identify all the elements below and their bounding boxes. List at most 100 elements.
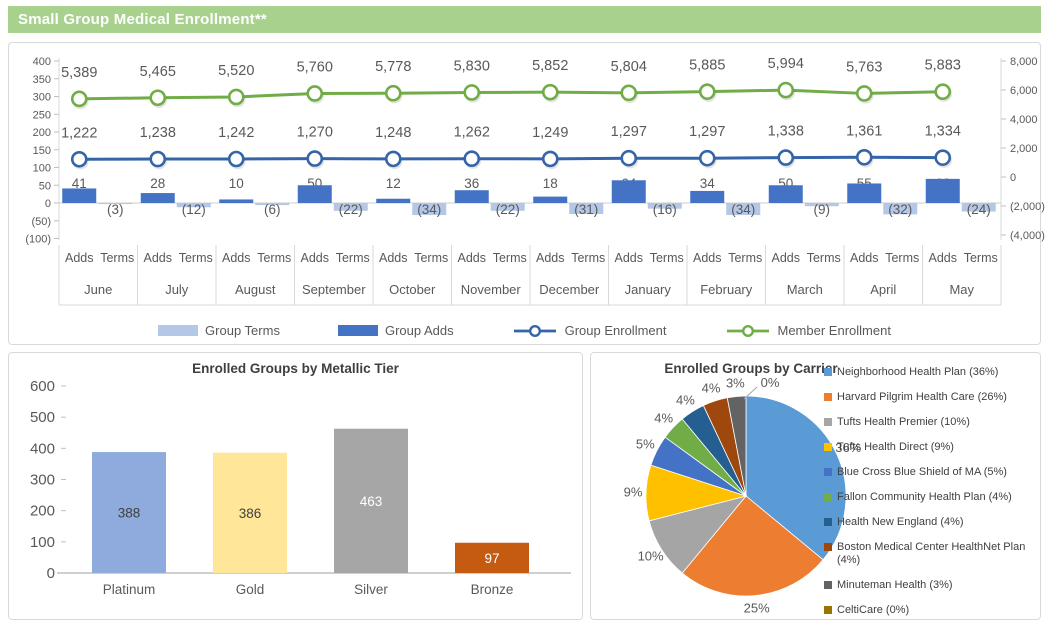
legend-label: Tufts Health Direct (9%) — [837, 441, 954, 454]
group-enrollment-marker[interactable] — [779, 151, 793, 165]
left-axis-tick-label: 150 — [33, 145, 51, 157]
enrollment-trend-panel: 400350300250200150100500(50)(100)8,0006,… — [8, 42, 1041, 345]
legend-label: Health New England (4%) — [837, 516, 964, 529]
left-axis-tick-label: 0 — [45, 198, 51, 210]
group-enrollment-marker[interactable] — [857, 150, 871, 164]
legend-swatch — [824, 468, 832, 476]
sub-category-label: Adds — [65, 251, 94, 265]
group-adds-bar[interactable] — [298, 185, 332, 203]
tier-value-label: 388 — [118, 506, 141, 521]
member-enrollment-marker[interactable] — [936, 85, 950, 99]
group-adds-bar[interactable] — [376, 199, 410, 203]
carrier-legend: Neighborhood Health Plan (36%) Harvard Pi… — [824, 366, 1036, 617]
tier-axis-tick-label: 300 — [30, 472, 55, 489]
legend-label: Boston Medical Center HealthNet Plan (4%… — [837, 541, 1027, 567]
group-enrollment-marker[interactable] — [700, 151, 714, 165]
carrier-legend-item-blue-cross-blue-shield-of-ma[interactable]: Blue Cross Blue Shield of MA (5%) — [824, 466, 1036, 479]
carrier-legend-item-health-new-england[interactable]: Health New England (4%) — [824, 516, 1036, 529]
member-enrollment-marker[interactable] — [779, 83, 793, 97]
member-enrollment-value-label: 5,465 — [140, 64, 176, 80]
tier-axis-tick-label: 600 — [30, 378, 55, 395]
group-adds-bar[interactable] — [612, 180, 646, 203]
legend-item-group-enrollment[interactable]: Group Enrollment — [512, 323, 667, 338]
month-label: March — [787, 282, 823, 297]
member-enrollment-marker[interactable] — [465, 85, 479, 99]
member-enrollment-marker[interactable] — [72, 92, 86, 106]
carrier-legend-item-fallon-community-health-plan[interactable]: Fallon Community Health Plan (4%) — [824, 491, 1036, 504]
tier-axis-tick-label: 0 — [47, 565, 55, 582]
legend-item-group-terms[interactable]: Group Terms — [158, 323, 280, 338]
pie-pct-label: 0% — [761, 375, 780, 390]
group-enrollment-marker[interactable] — [936, 151, 950, 165]
member-enrollment-marker[interactable] — [622, 86, 636, 100]
group-adds-bar[interactable] — [926, 179, 960, 203]
group-adds-value-label: 36 — [464, 176, 479, 191]
carrier-legend-item-harvard-pilgrim-health-care[interactable]: Harvard Pilgrim Health Care (26%) — [824, 391, 1036, 404]
group-adds-bar[interactable] — [847, 183, 881, 203]
member-enrollment-marker[interactable] — [857, 86, 871, 100]
group-adds-bar[interactable] — [690, 191, 724, 203]
tier-value-label: 463 — [360, 494, 383, 509]
group-adds-bar[interactable] — [769, 185, 803, 203]
carrier-legend-item-tufts-health-premier[interactable]: Tufts Health Premier (10%) — [824, 416, 1036, 429]
legend-item-member-enrollment[interactable]: Member Enrollment — [725, 323, 891, 338]
group-enrollment-marker[interactable] — [622, 151, 636, 165]
right-axis-tick-label: 6,000 — [1010, 85, 1038, 97]
group-enrollment-marker[interactable] — [151, 152, 165, 166]
metallic-tier-bar-chart[interactable]: 6005004003002001000388Platinum386Gold463… — [9, 381, 582, 619]
group-enrollment-line[interactable] — [79, 157, 943, 159]
group-enrollment-value-label: 1,238 — [140, 125, 176, 141]
left-axis-tick-label: (100) — [25, 234, 51, 246]
group-adds-bar[interactable] — [141, 193, 175, 203]
group-enrollment-marker[interactable] — [386, 152, 400, 166]
sub-category-label: Adds — [144, 251, 173, 265]
carrier-legend-item-minuteman-health[interactable]: Minuteman Health (3%) — [824, 579, 1036, 592]
carrier-legend-item-boston-medical-center-healthnet-plan[interactable]: Boston Medical Center HealthNet Plan (4%… — [824, 541, 1036, 567]
legend-marker — [743, 326, 753, 336]
member-enrollment-marker[interactable] — [386, 86, 400, 100]
group-enrollment-marker[interactable] — [72, 152, 86, 166]
group-enrollment-value-label: 1,297 — [689, 124, 725, 140]
member-enrollment-marker[interactable] — [308, 86, 322, 100]
tier-value-label: 386 — [239, 506, 262, 521]
member-enrollment-marker[interactable] — [151, 91, 165, 105]
member-enrollment-line[interactable] — [79, 90, 943, 99]
legend-item-group-adds[interactable]: Group Adds — [338, 323, 454, 338]
group-adds-bar[interactable] — [455, 190, 489, 203]
legend-swatch — [824, 493, 832, 501]
tier-category-label: Platinum — [103, 582, 156, 597]
sub-category-label: Terms — [807, 251, 841, 265]
member-enrollment-value-label: 5,389 — [61, 65, 97, 81]
group-adds-bar[interactable] — [219, 199, 253, 203]
carrier-legend-item-neighborhood-health-plan[interactable]: Neighborhood Health Plan (36%) — [824, 366, 1036, 379]
enrollment-combo-chart[interactable]: 400350300250200150100500(50)(100)8,0006,… — [9, 43, 1040, 311]
sub-category-label: Terms — [336, 251, 370, 265]
sub-category-label: Adds — [693, 251, 722, 265]
group-enrollment-value-label: 1,334 — [925, 124, 961, 140]
member-enrollment-marker[interactable] — [700, 85, 714, 99]
carrier-legend-item-celticare[interactable]: CeltiCare (0%) — [824, 604, 1036, 617]
group-enrollment-marker[interactable] — [229, 152, 243, 166]
member-enrollment-marker[interactable] — [543, 85, 557, 99]
right-axis-tick-label: 8,000 — [1010, 56, 1038, 68]
carrier-legend-item-tufts-health-direct[interactable]: Tufts Health Direct (9%) — [824, 441, 1036, 454]
legend-label: Group Enrollment — [565, 323, 667, 338]
legend-marker — [530, 326, 540, 336]
left-axis-tick-label: 300 — [33, 92, 51, 104]
group-enrollment-value-label: 1,248 — [375, 125, 411, 141]
pie-pct-label: 4% — [702, 381, 721, 396]
group-enrollment-value-label: 1,222 — [61, 125, 97, 141]
group-enrollment-marker[interactable] — [465, 152, 479, 166]
member-enrollment-value-label: 5,994 — [768, 56, 804, 72]
pie-pct-label: 4% — [654, 411, 673, 426]
legend-label: CeltiCare (0%) — [837, 604, 909, 617]
right-axis-tick-label: (2,000) — [1010, 201, 1045, 213]
group-adds-bar[interactable] — [533, 197, 567, 203]
tier-axis-tick-label: 400 — [30, 440, 55, 457]
group-adds-bar[interactable] — [62, 188, 96, 203]
group-enrollment-value-label: 1,338 — [768, 124, 804, 140]
sub-category-label: Adds — [222, 251, 251, 265]
group-enrollment-marker[interactable] — [543, 152, 557, 166]
member-enrollment-marker[interactable] — [229, 90, 243, 104]
group-enrollment-marker[interactable] — [308, 152, 322, 166]
